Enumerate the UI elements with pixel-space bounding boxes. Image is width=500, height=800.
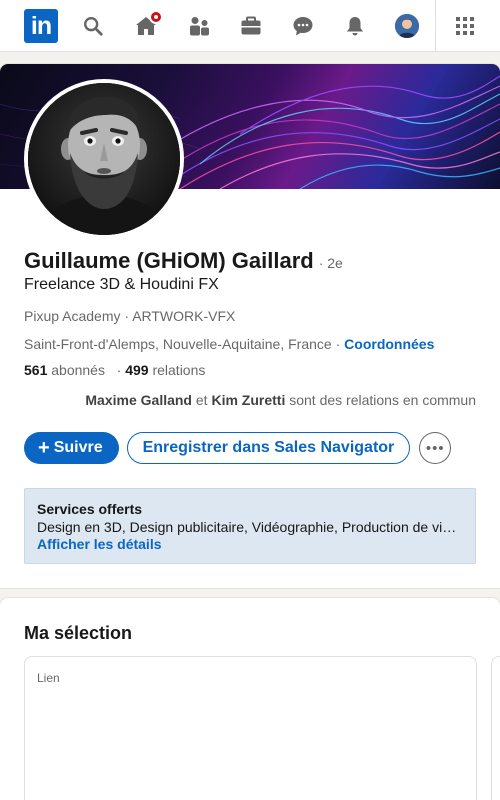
followers-link[interactable]: 561 abonnés: [24, 362, 105, 378]
mutual-connections[interactable]: Maxime Galland et Kim Zuretti sont des r…: [85, 392, 476, 408]
messaging-icon[interactable]: [290, 13, 316, 39]
services-list: Design en 3D, Design publicitaire, Vidéo…: [37, 519, 463, 535]
notifications-icon[interactable]: [342, 13, 368, 39]
profile-card: Guillaume (GHiOM) Gaillard · 2e Freelanc…: [0, 64, 500, 588]
search-icon[interactable]: [80, 13, 106, 39]
featured-card[interactable]: Lien: [24, 656, 477, 800]
mutual-name-1: Maxime Galland: [85, 392, 192, 408]
home-icon[interactable]: [133, 10, 163, 39]
connections-separator: ·: [116, 362, 122, 378]
location-text: Saint-Front-d'Alemps, Nouvelle-Aquitaine…: [24, 336, 332, 352]
mutual-name-2: Kim Zuretti: [211, 392, 286, 408]
location-row: Saint-Front-d'Alemps, Nouvelle-Aquitaine…: [24, 336, 434, 352]
follow-button[interactable]: + Suivre: [24, 432, 119, 464]
notification-badge: [149, 10, 163, 24]
mutual-suffix: sont des relations en commun: [289, 392, 476, 408]
top-nav: in: [0, 0, 500, 52]
services-title: Services offerts: [37, 501, 143, 517]
profile-actions: + Suivre Enregistrer dans Sales Navigato…: [24, 432, 452, 464]
nav-divider: [435, 0, 436, 52]
follow-label: Suivre: [53, 439, 103, 456]
profile-avatar[interactable]: [24, 79, 184, 239]
featured-title: Ma sélection: [24, 623, 133, 643]
plus-icon: +: [38, 437, 50, 459]
connections-label: relations: [152, 362, 206, 378]
profile-name: Guillaume (GHiOM) Gaillard: [24, 248, 314, 273]
apps-grid-icon[interactable]: [452, 13, 478, 39]
org-pixup-academy[interactable]: Pixup Academy: [24, 308, 121, 324]
services-box: Services offerts Design en 3D, Design pu…: [24, 488, 476, 564]
followers-count: 561: [24, 362, 48, 378]
org-artwork-vfx[interactable]: ARTWORK-VFX: [132, 308, 235, 324]
linkedin-logo[interactable]: in: [24, 9, 58, 43]
featured-section: Ma sélection Lien: [0, 598, 500, 800]
location-separator: ·: [335, 336, 341, 352]
org-separator: ·: [124, 308, 130, 324]
profile-headline: Freelance 3D & Houdini FX: [24, 276, 219, 293]
featured-card-type: Lien: [37, 671, 60, 685]
jobs-icon[interactable]: [238, 13, 264, 39]
connections-count: 499: [125, 362, 149, 378]
connection-degree: · 2e: [318, 255, 343, 271]
connections-link[interactable]: · 499 relations: [117, 362, 206, 378]
me-avatar[interactable]: [395, 14, 419, 38]
profile-name-row: Guillaume (GHiOM) Gaillard · 2e: [24, 248, 343, 274]
save-sales-navigator-button[interactable]: Enregistrer dans Sales Navigator: [126, 432, 411, 464]
ellipsis-icon: •••: [425, 439, 445, 457]
network-icon[interactable]: [186, 13, 212, 39]
mutual-and: et: [195, 392, 208, 408]
organizations: Pixup Academy · ARTWORK-VFX: [24, 308, 235, 324]
services-details-link[interactable]: Afficher les détails: [37, 536, 463, 552]
stats-row: 561 abonnés · 499 relations: [24, 362, 205, 378]
contact-info-link[interactable]: Coordonnées: [344, 336, 434, 352]
featured-card-next[interactable]: [491, 656, 500, 800]
followers-label: abonnés: [51, 362, 105, 378]
more-actions-button[interactable]: •••: [419, 432, 452, 464]
